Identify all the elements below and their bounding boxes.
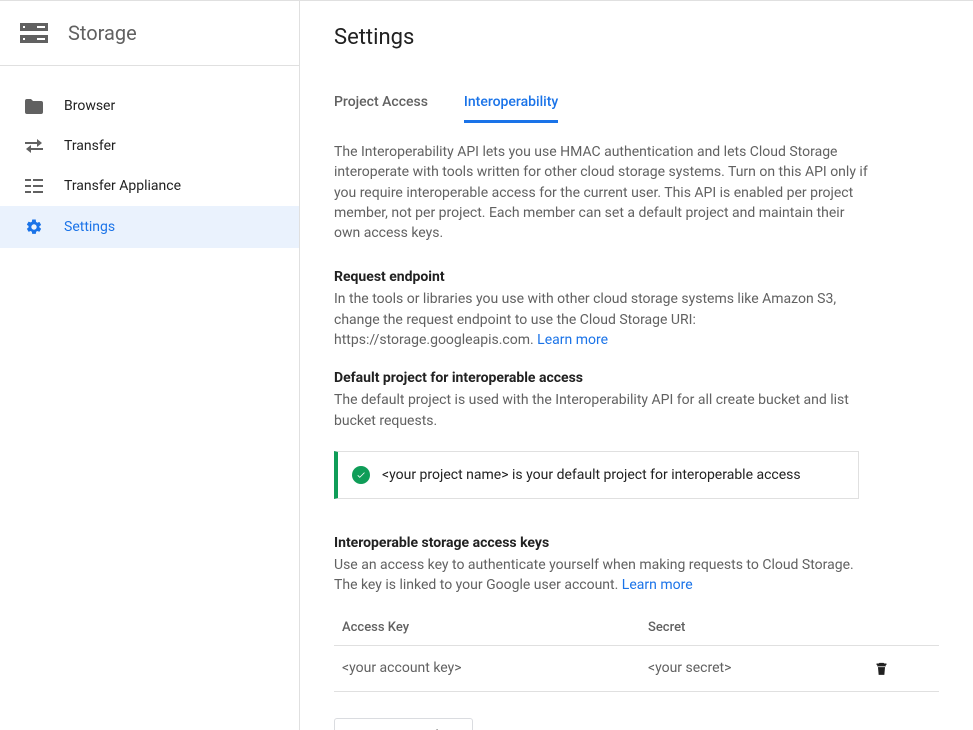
sidebar-item-label: Settings [64,219,115,235]
gear-icon [24,218,44,236]
create-key-button[interactable]: Create a new key [334,718,473,730]
cell-secret: <your secret> [640,645,865,691]
sidebar-item-label: Transfer Appliance [64,178,181,194]
sidebar-nav: Browser Transfer Transfer Appliance Sett… [0,66,299,248]
sidebar-item-label: Transfer [64,138,116,154]
callout-text: <your project name> is your default proj… [382,467,801,483]
default-project-text: The default project is used with the Int… [334,390,874,431]
learn-more-link[interactable]: Learn more [622,577,693,593]
default-project-heading: Default project for interoperable access [334,370,939,386]
sidebar: Storage Browser Transfer Transfer Applia… [0,1,300,730]
access-keys-body: Use an access key to authenticate yourse… [334,557,854,593]
main-content: Settings Project Access Interoperability… [300,1,973,730]
sidebar-item-transfer[interactable]: Transfer [0,126,299,166]
table-row: <your account key> <your secret> [334,645,939,691]
access-keys-table: Access Key Secret <your account key> <yo… [334,610,939,692]
sidebar-item-settings[interactable]: Settings [0,206,299,248]
interop-intro: The Interoperability API lets you use HM… [334,142,874,243]
sidebar-item-label: Browser [64,98,115,114]
browser-icon [24,99,44,114]
col-access-key: Access Key [334,610,640,646]
tab-interoperability[interactable]: Interoperability [464,94,558,123]
sidebar-item-transfer-appliance[interactable]: Transfer Appliance [0,166,299,206]
callout-suffix: is your default project for interoperabl… [509,467,801,483]
product-title: Storage [68,21,137,45]
learn-more-link[interactable]: Learn more [537,332,608,348]
sidebar-header: Storage [0,1,299,66]
callout-project-name: <your project name> [382,467,509,483]
default-project-callout: <your project name> is your default proj… [334,451,859,499]
col-secret: Secret [640,610,865,646]
transfer-icon [24,138,44,154]
transfer-appliance-icon [24,179,44,193]
storage-icon [20,21,48,45]
page-title: Settings [334,25,939,50]
delete-key-button[interactable] [873,660,932,677]
access-keys-heading: Interoperable storage access keys [334,535,939,551]
request-endpoint-heading: Request endpoint [334,269,939,285]
tabs: Project Access Interoperability [334,94,939,124]
cell-access-key: <your account key> [334,645,640,691]
access-keys-text: Use an access key to authenticate yourse… [334,555,874,596]
tab-project-access[interactable]: Project Access [334,94,428,123]
check-icon [352,466,370,484]
request-endpoint-text: In the tools or libraries you use with o… [334,289,874,350]
sidebar-item-browser[interactable]: Browser [0,86,299,126]
